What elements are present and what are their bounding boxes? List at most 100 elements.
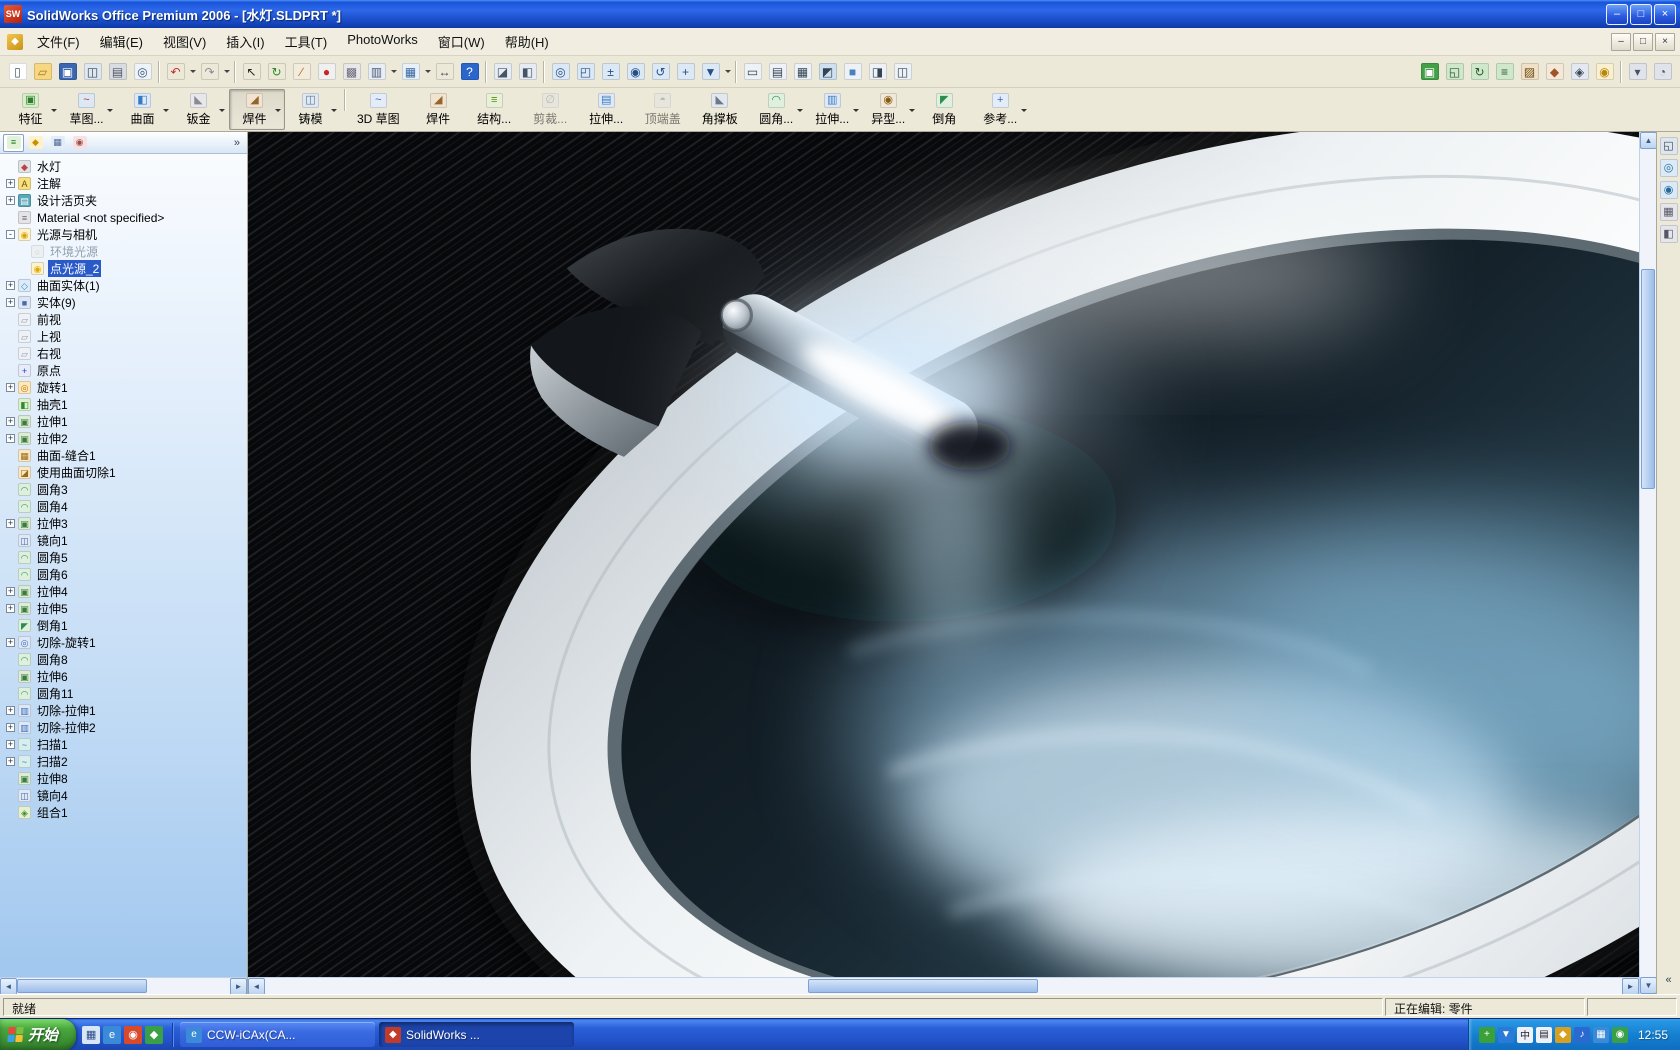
scroll-thumb[interactable] xyxy=(807,979,1038,993)
sketch-toolbar-button[interactable]: ~ 草图... xyxy=(61,89,117,130)
redo-button[interactable]: ↷ xyxy=(197,60,230,84)
panel-tab[interactable]: ◆ xyxy=(25,134,46,152)
expand-toggle-icon[interactable]: - xyxy=(6,230,15,239)
hole-wizard-button[interactable]: ◉ 异型... xyxy=(863,89,919,130)
tree-item[interactable]: + 原点 xyxy=(3,362,247,379)
scroll-right-icon[interactable]: ► xyxy=(1622,978,1639,995)
tree-item[interactable]: + ▥ 切除-拉伸1 xyxy=(3,702,247,719)
extruded-cut-button[interactable]: ▥ 拉伸... xyxy=(807,89,863,130)
zoom-in-out-button[interactable]: ± xyxy=(598,60,623,84)
edit-sketch-button[interactable]: ∕ xyxy=(289,60,314,84)
tree-item[interactable]: + ◎ 旋转1 xyxy=(3,379,247,396)
quick-launch-item[interactable]: ◆ xyxy=(145,1025,164,1044)
save-button[interactable]: ▣ xyxy=(55,60,80,84)
expand-toggle-icon[interactable]: + xyxy=(6,298,15,307)
expand-toggle-icon[interactable]: + xyxy=(6,740,15,749)
scroll-left-icon[interactable]: ◄ xyxy=(248,978,265,995)
shadows-button[interactable]: ◨ xyxy=(865,60,890,84)
scroll-track[interactable] xyxy=(1640,149,1656,977)
tree-item[interactable]: ◈ 组合1 xyxy=(3,804,247,821)
surfaces-toolbar-button[interactable]: ◧ 曲面 xyxy=(117,89,173,130)
quick-launch-item[interactable]: ▦ xyxy=(82,1025,101,1044)
mold-tools-toolbar-button[interactable]: ◫ 铸模 xyxy=(285,89,341,130)
taskbar-clock[interactable]: 12:55 xyxy=(1638,1028,1668,1042)
make-drawing-button[interactable]: ◫ xyxy=(80,60,105,84)
photoworks-lighting-button[interactable]: ◉ xyxy=(1592,60,1617,84)
tree-item[interactable]: ◠ 圆角5 xyxy=(3,549,247,566)
expand-toggle-icon[interactable]: + xyxy=(6,757,15,766)
strip-button[interactable]: ◉ xyxy=(1659,181,1678,199)
tree-item[interactable]: ◆ 水灯 xyxy=(3,158,247,175)
panel-tab[interactable]: ◉ xyxy=(69,134,90,152)
scroll-track[interactable] xyxy=(265,978,1622,994)
structural-member-button[interactable]: ≡ 结构... xyxy=(469,89,525,130)
tree-item[interactable]: + ▣ 拉伸3 xyxy=(3,515,247,532)
print-preview-button[interactable]: ◎ xyxy=(130,60,155,84)
tree-item[interactable]: ○ 环境光源 xyxy=(16,243,247,260)
tree-item[interactable]: ◉ 点光源_2 xyxy=(16,260,247,277)
hide-show-edges-button[interactable]: ◪ xyxy=(490,60,515,84)
tree-item[interactable]: + ▥ 切除-拉伸2 xyxy=(3,719,247,736)
menu-item-photoworks[interactable]: PhotoWorks xyxy=(337,28,428,55)
scroll-thumb[interactable] xyxy=(17,979,147,993)
help-button[interactable]: ? xyxy=(457,60,482,84)
panel-tab[interactable]: ▦ xyxy=(47,134,68,152)
tree-item[interactable]: ◠ 圆角11 xyxy=(3,685,247,702)
panel-horizontal-scrollbar[interactable]: ◄ ► xyxy=(0,977,247,995)
photoworks-render-button[interactable]: ▣ xyxy=(1417,60,1442,84)
tree-item[interactable]: ◧ 抽壳1 xyxy=(3,396,247,413)
tree-item[interactable]: ◠ 圆角8 xyxy=(3,651,247,668)
shaded-with-edges-button[interactable]: ◩ xyxy=(815,60,840,84)
photoworks-render-area-button[interactable]: ◱ xyxy=(1442,60,1467,84)
tree-item[interactable]: + ~ 扫描1 xyxy=(3,736,247,753)
tree-item[interactable]: ▦ 曲面-缝合1 xyxy=(3,447,247,464)
graphics-viewport[interactable] xyxy=(248,132,1639,977)
hidden-lines-visible-button[interactable]: ▤ xyxy=(765,60,790,84)
photoworks-decals-button[interactable]: ◈ xyxy=(1567,60,1592,84)
standard-views-button[interactable]: ▼ xyxy=(698,60,731,84)
expand-toggle-icon[interactable]: + xyxy=(6,706,15,715)
tree-item[interactable]: ◤ 倒角1 xyxy=(3,617,247,634)
edge-settings-button[interactable]: ◧ xyxy=(515,60,540,84)
trim-extend-button[interactable]: ∅ 剪裁... xyxy=(525,89,581,130)
sheet-metal-toolbar-button[interactable]: ◣ 钣金 xyxy=(173,89,229,130)
document-minimize-button[interactable]: – xyxy=(1611,32,1631,51)
pan-view-button[interactable]: + xyxy=(673,60,698,84)
shaded-button[interactable]: ■ xyxy=(840,60,865,84)
tree-item[interactable]: ◠ 圆角3 xyxy=(3,481,247,498)
tree-item[interactable]: + ▣ 拉伸2 xyxy=(3,430,247,447)
strip-button[interactable]: ◧ xyxy=(1659,225,1678,243)
viewport-vertical-scrollbar[interactable]: ▲ ▼ xyxy=(1639,132,1657,994)
photoworks-materials-button[interactable]: ◆ xyxy=(1542,60,1567,84)
menu-item-tools[interactable]: 工具(T) xyxy=(275,28,338,55)
quick-launch-item[interactable]: ◉ xyxy=(124,1025,143,1044)
tray-item[interactable]: ♪ xyxy=(1573,1026,1590,1043)
tree-item[interactable]: + ▣ 拉伸5 xyxy=(3,600,247,617)
hidden-lines-removed-button[interactable]: ▦ xyxy=(790,60,815,84)
render-to-file-button[interactable]: ▾ xyxy=(1625,60,1650,84)
tree-item[interactable]: ▱ 上视 xyxy=(3,328,247,345)
tree-item[interactable]: ◠ 圆角4 xyxy=(3,498,247,515)
tree-item[interactable]: ▱ 前视 xyxy=(3,311,247,328)
panel-tab[interactable]: ≡ xyxy=(3,133,24,152)
document-close-button[interactable]: × xyxy=(1655,32,1675,51)
expand-toggle-icon[interactable]: + xyxy=(6,638,15,647)
tree-item[interactable]: - ◉ 光源与相机 xyxy=(3,226,247,243)
scroll-left-icon[interactable]: ◄ xyxy=(0,978,17,995)
tray-item[interactable]: ◉ xyxy=(1611,1026,1628,1043)
chamfer-button[interactable]: ◤ 倒角 xyxy=(919,89,975,130)
weldments-toolbar-button[interactable]: ◢ 焊件 xyxy=(229,89,285,130)
tree-item[interactable]: + ~ 扫描2 xyxy=(3,753,247,770)
expand-toggle-icon[interactable]: + xyxy=(6,281,15,290)
expand-toggle-icon[interactable]: + xyxy=(6,519,15,528)
strip-button[interactable]: ▦ xyxy=(1659,203,1678,221)
tree-item[interactable]: ▣ 拉伸6 xyxy=(3,668,247,685)
tree-item[interactable]: ◪ 使用曲面切除1 xyxy=(3,464,247,481)
start-button[interactable]: 开始 xyxy=(0,1018,77,1050)
reference-geometry-button[interactable]: + 参考... xyxy=(975,89,1031,130)
tray-item[interactable]: ▦ xyxy=(1592,1026,1609,1043)
expand-toggle-icon[interactable]: + xyxy=(6,383,15,392)
tray-item[interactable]: 中 xyxy=(1516,1026,1533,1043)
menu-item-view[interactable]: 视图(V) xyxy=(153,28,216,55)
tree-item[interactable]: ◫ 镜向1 xyxy=(3,532,247,549)
